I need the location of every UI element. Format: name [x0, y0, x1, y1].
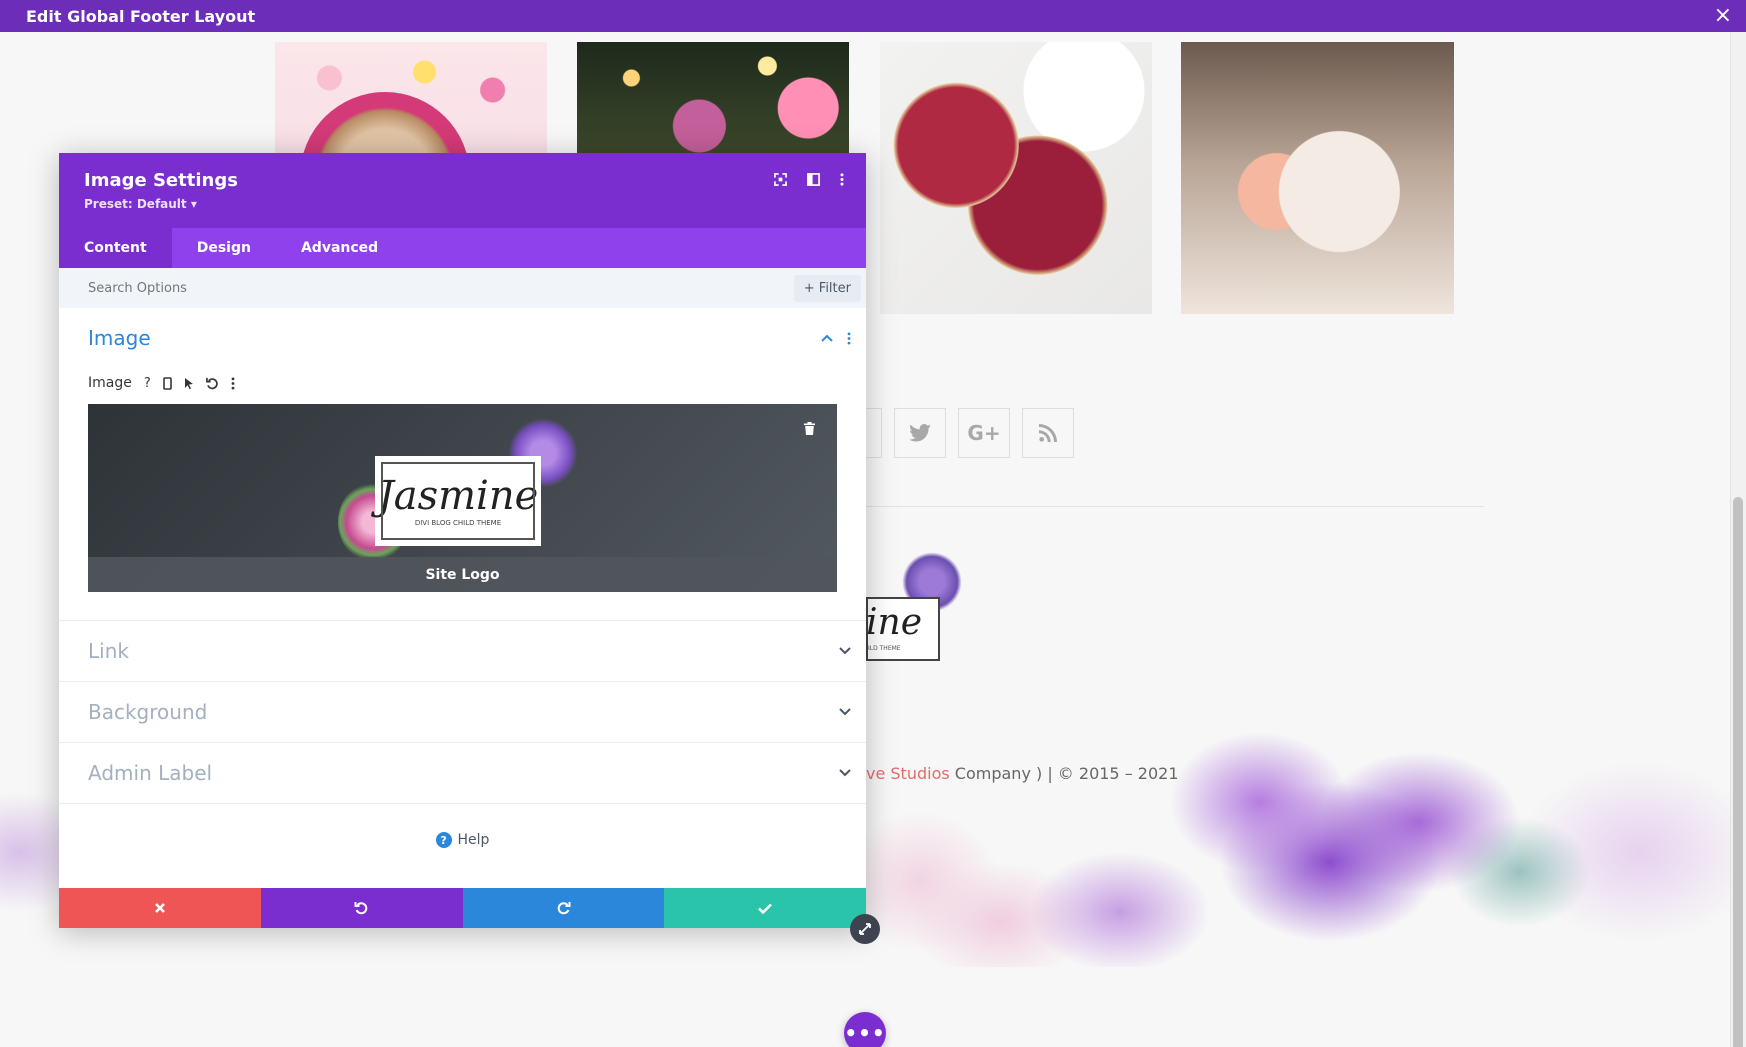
- image-caption: Site Logo: [88, 557, 837, 592]
- editor-title: Edit Global Footer Layout: [26, 6, 256, 26]
- top-bar: Edit Global Footer Layout ×: [0, 0, 1746, 32]
- responsive-phone-icon[interactable]: [162, 376, 172, 390]
- image-preview[interactable]: Jasmine DIVI BLOG CHILD THEME Site Logo: [88, 404, 837, 592]
- logo-preview: Jasmine DIVI BLOG CHILD THEME: [375, 456, 541, 546]
- background-section-header[interactable]: Background: [59, 682, 866, 742]
- trash-icon[interactable]: [804, 422, 815, 439]
- help-link[interactable]: ? Help: [59, 804, 866, 876]
- search-options-bar: + Filter: [59, 268, 866, 308]
- tab-content[interactable]: Content: [59, 228, 172, 268]
- chevron-down-icon[interactable]: [839, 647, 851, 655]
- hover-cursor-icon[interactable]: [184, 377, 194, 390]
- reset-icon[interactable]: [205, 377, 219, 390]
- image-settings-modal: Image Settings Preset: Default ▾ Content…: [59, 153, 866, 928]
- undo-button[interactable]: [260, 888, 463, 928]
- help-label: Help: [457, 832, 490, 848]
- close-icon[interactable]: ×: [1714, 5, 1732, 27]
- footer-logo-text: ine: [866, 602, 923, 643]
- help-icon: ?: [435, 832, 452, 848]
- gallery-image-coffee[interactable]: [275, 42, 547, 162]
- logo-word: Jasmine: [377, 472, 539, 519]
- footer-divider: [866, 506, 1484, 507]
- link-section-header[interactable]: Link: [59, 621, 866, 681]
- tab-advanced[interactable]: Advanced: [276, 228, 403, 268]
- redo-button[interactable]: [462, 888, 665, 928]
- resize-handle-icon[interactable]: [850, 914, 880, 944]
- image-section: Image Image ? Jasmine DIVI BLOG CHILD TH…: [59, 308, 866, 621]
- more-options-button[interactable]: •••: [844, 1012, 886, 1047]
- image-option-label: Image: [88, 375, 132, 391]
- image-section-title: Image: [88, 326, 151, 350]
- modal-footer: [59, 888, 866, 928]
- modal-tabs: Content Design Advanced: [59, 228, 866, 268]
- scrollbar-thumb[interactable]: [1733, 497, 1743, 1047]
- modal-header[interactable]: Image Settings Preset: Default ▾: [59, 153, 866, 228]
- save-button[interactable]: [664, 888, 866, 928]
- filter-button[interactable]: + Filter: [793, 274, 861, 302]
- gallery-image-pies[interactable]: [880, 42, 1152, 314]
- chevron-down-icon[interactable]: [839, 769, 851, 777]
- logo-subtitle: DIVI BLOG CHILD THEME: [414, 518, 502, 527]
- social-google-plus-icon[interactable]: G+: [958, 408, 1010, 458]
- admin-label-section[interactable]: Admin Label: [59, 743, 866, 804]
- link-section[interactable]: Link: [59, 621, 866, 682]
- search-options-input[interactable]: [88, 280, 588, 296]
- fullscreen-icon[interactable]: [774, 173, 787, 190]
- footer-logo[interactable]: ine ILD THEME: [866, 552, 976, 662]
- admin-label-section-title: Admin Label: [88, 761, 213, 785]
- copyright-text: ve Studios Company ) | © 2015 – 2021: [866, 764, 1179, 783]
- link-section-title: Link: [88, 639, 129, 663]
- preset-dropdown[interactable]: Preset: Default ▾: [84, 197, 841, 211]
- modal-title: Image Settings: [84, 170, 238, 191]
- image-section-header[interactable]: Image: [59, 308, 866, 368]
- option-menu-icon[interactable]: [231, 376, 235, 390]
- help-question-icon[interactable]: ?: [144, 376, 151, 391]
- cancel-button[interactable]: [59, 888, 261, 928]
- chevron-up-icon[interactable]: [821, 334, 833, 342]
- image-option-row: Image ?: [59, 368, 866, 398]
- social-twitter-icon[interactable]: [894, 408, 946, 458]
- page-scrollbar[interactable]: [1730, 32, 1746, 1047]
- gallery-image-tea[interactable]: [1181, 42, 1454, 314]
- tab-design[interactable]: Design: [172, 228, 276, 268]
- social-rss-icon[interactable]: [1022, 408, 1074, 458]
- gallery-image-lights[interactable]: [577, 42, 849, 162]
- copyright-rest: Company ) | © 2015 – 2021: [949, 764, 1179, 783]
- chevron-down-icon[interactable]: [839, 708, 851, 716]
- split-view-icon[interactable]: [807, 173, 820, 190]
- section-menu-icon[interactable]: [847, 331, 851, 345]
- background-section[interactable]: Background: [59, 682, 866, 743]
- admin-label-section-header[interactable]: Admin Label: [59, 743, 866, 803]
- footer-logo-subtext: ILD THEME: [868, 645, 901, 652]
- kebab-menu-icon[interactable]: [840, 173, 844, 190]
- background-section-title: Background: [88, 700, 208, 724]
- copyright-link[interactable]: ve Studios: [866, 764, 950, 783]
